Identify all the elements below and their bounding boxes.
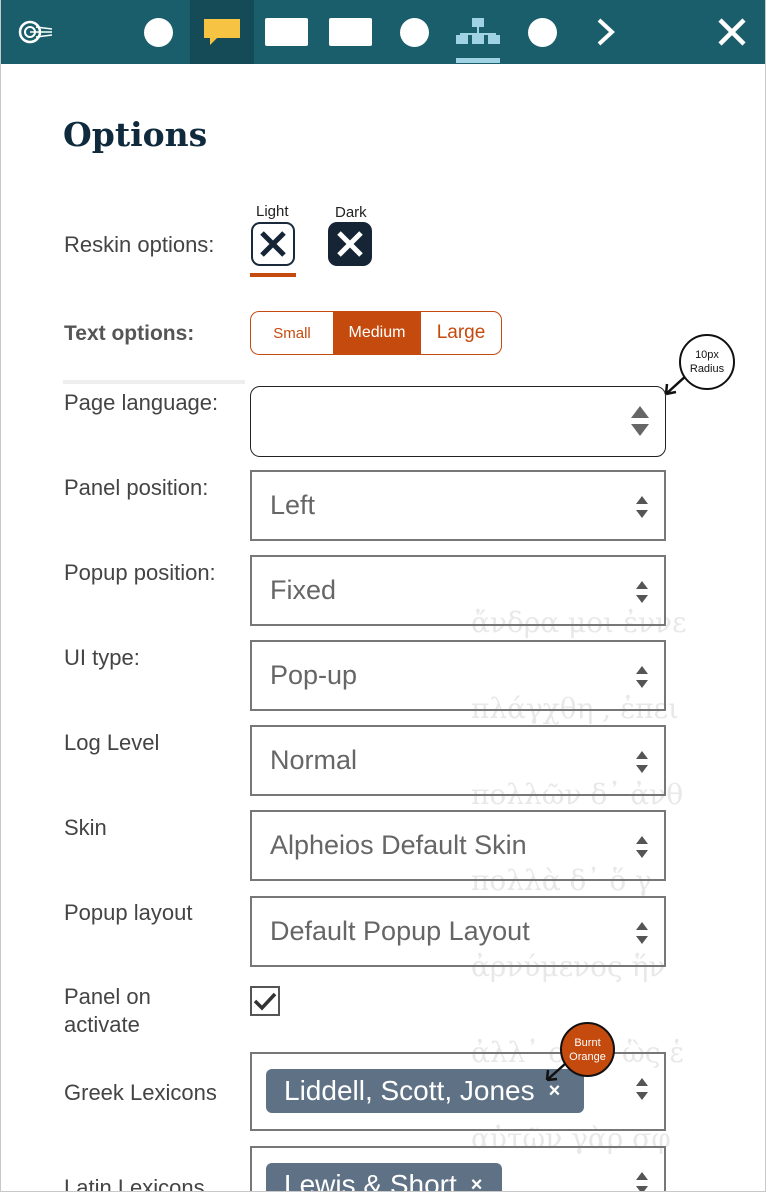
close-icon <box>718 18 746 46</box>
nav-button-tree[interactable] <box>456 0 500 64</box>
skin-value: Alpheios Default Skin <box>270 830 527 860</box>
page-language-select[interactable] <box>250 386 666 457</box>
checkmark-icon <box>253 992 277 1011</box>
reskin-options-label: Reskin options: <box>64 232 215 257</box>
lexicon-chip: Liddell, Scott, Jones × <box>266 1069 584 1113</box>
panel-on-activate-label: Panel on activate <box>64 983 151 1039</box>
close-icon <box>337 231 363 257</box>
latin-lexicons-select[interactable]: Lewis & Short × <box>250 1146 666 1192</box>
up-down-arrows-icon <box>636 666 648 688</box>
close-icon <box>260 231 286 257</box>
text-size-medium-button[interactable]: Medium <box>334 312 420 354</box>
log-level-label: Log Level <box>64 730 160 755</box>
panel-position-value: Left <box>270 490 316 520</box>
toolbar <box>1 0 765 64</box>
panel-on-activate-label-line: Panel on <box>64 984 151 1009</box>
annotation-text: Burnt <box>574 1036 601 1049</box>
alpheios-logo-icon[interactable] <box>11 0 61 64</box>
color-annotation: Burnt Orange <box>560 1022 615 1077</box>
dark-skin-label: Dark <box>335 204 367 221</box>
active-indicator <box>456 58 500 63</box>
annotation-text: Radius <box>689 363 725 375</box>
rectangle-icon <box>264 18 308 46</box>
log-level-value: Normal <box>270 745 358 775</box>
annotation-text: Orange <box>569 1050 606 1063</box>
ui-type-value: Pop-up <box>270 660 358 690</box>
divider <box>63 380 245 384</box>
popup-position-label: Popup position: <box>64 560 216 585</box>
ui-type-select[interactable]: Pop-up <box>250 640 666 711</box>
up-down-arrows-icon <box>636 922 648 944</box>
popup-layout-label: Popup layout <box>64 900 193 925</box>
panel-position-label: Panel position: <box>64 475 209 500</box>
lexicon-chip-label: Liddell, Scott, Jones <box>284 1075 535 1106</box>
skin-select[interactable]: Alpheios Default Skin <box>250 810 666 881</box>
rectangle-icon <box>328 18 372 46</box>
popup-layout-value: Default Popup Layout <box>270 916 530 946</box>
close-button[interactable] <box>711 0 753 64</box>
up-down-arrows-icon <box>636 751 648 773</box>
latin-lexicons-label: Latin Lexicons <box>64 1175 205 1192</box>
page-language-label: Page language: <box>64 390 219 415</box>
up-down-arrows-icon <box>636 836 648 858</box>
text-size-selector: Small Medium Large <box>250 311 502 355</box>
nav-button-rect-1[interactable] <box>263 0 309 64</box>
circle-icon <box>143 17 173 47</box>
up-down-arrows-icon <box>631 406 649 436</box>
skin-label: Skin <box>64 815 107 840</box>
popup-position-select[interactable]: Fixed <box>250 555 666 626</box>
radius-annotation: 10px Radius <box>679 334 735 390</box>
page-title: Options <box>63 115 208 154</box>
nav-button-1[interactable] <box>141 0 175 64</box>
light-skin-button[interactable] <box>251 222 295 266</box>
next-button[interactable] <box>589 0 623 64</box>
panel-on-activate-checkbox[interactable] <box>250 986 280 1016</box>
lexicon-chip: Lewis & Short × <box>266 1163 502 1192</box>
dark-skin-button[interactable] <box>328 222 372 266</box>
selected-skin-indicator <box>250 273 296 277</box>
nav-button-2[interactable] <box>397 0 431 64</box>
nav-button-comment[interactable] <box>190 0 254 64</box>
popup-layout-select[interactable]: Default Popup Layout <box>250 896 666 967</box>
circle-icon <box>399 17 429 47</box>
options-panel: ἄνδρα μοι ἐννε πλάγχθη , ἐπει πολλῶν δ᾽ … <box>0 0 766 1192</box>
up-down-arrows-icon <box>636 1078 648 1100</box>
panel-position-select[interactable]: Left <box>250 470 666 541</box>
up-down-arrows-icon <box>636 496 648 518</box>
nav-button-rect-2[interactable] <box>327 0 373 64</box>
circle-icon <box>527 17 557 47</box>
ui-type-label: UI type: <box>64 645 140 670</box>
log-level-select[interactable]: Normal <box>250 725 666 796</box>
text-options-label: Text options: <box>64 322 195 345</box>
text-size-large-button[interactable]: Large <box>420 312 501 354</box>
popup-position-value: Fixed <box>270 575 337 605</box>
tree-icon <box>456 18 500 44</box>
annotation-text: 10px <box>695 349 719 361</box>
comment-icon <box>204 19 240 45</box>
panel-on-activate-label-line: activate <box>64 1012 140 1037</box>
text-size-small-button[interactable]: Small <box>251 312 334 354</box>
lexicon-chip-label: Lewis & Short <box>284 1169 457 1192</box>
chevron-right-icon <box>597 18 615 46</box>
remove-chip-button[interactable]: × <box>471 1174 483 1192</box>
light-skin-label: Light <box>256 203 289 220</box>
nav-button-3[interactable] <box>525 0 559 64</box>
up-down-arrows-icon <box>636 1172 648 1191</box>
greek-lexicons-label: Greek Lexicons <box>64 1080 217 1105</box>
up-down-arrows-icon <box>636 581 648 603</box>
